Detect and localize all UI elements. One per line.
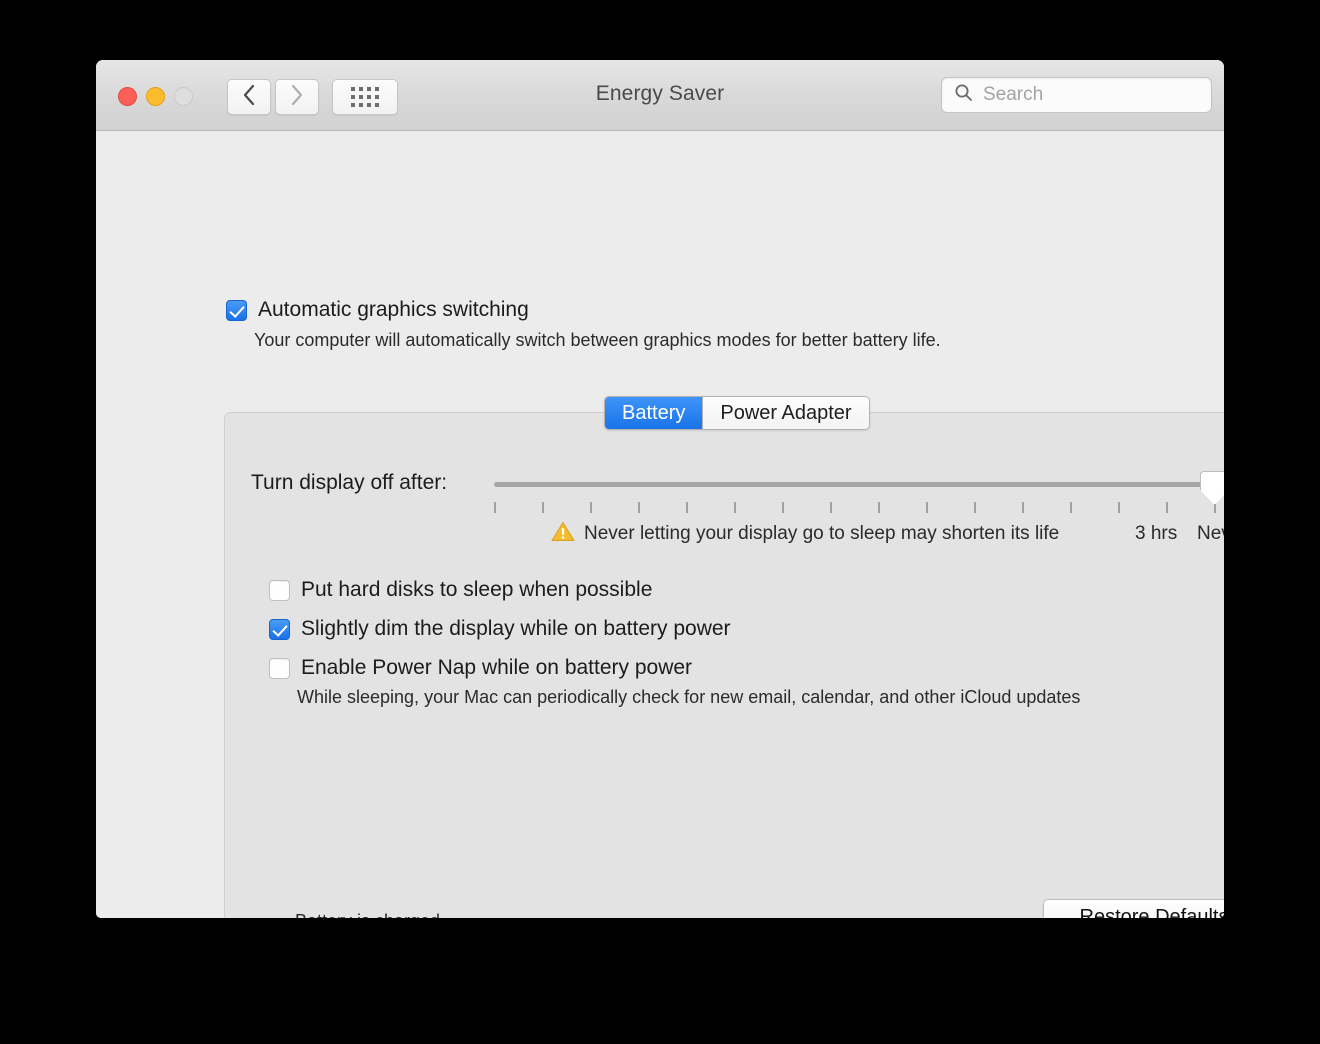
- warning-triangle-icon: [551, 521, 575, 547]
- automatic-graphics-switching-checkbox[interactable]: Automatic graphics switching: [226, 298, 529, 322]
- slightly-dim-display-checkbox[interactable]: Slightly dim the display while on batter…: [269, 617, 731, 641]
- tab-power-adapter[interactable]: Power Adapter: [702, 397, 869, 429]
- preferences-content: Automatic graphics switching Your comput…: [96, 131, 1224, 918]
- search-icon: [954, 83, 973, 107]
- automatic-graphics-switching-description: Your computer will automatically switch …: [254, 330, 941, 350]
- put-hard-disks-to-sleep-checkbox[interactable]: Put hard disks to sleep when possible: [269, 578, 652, 602]
- slider-tick-marks: [494, 502, 1216, 513]
- display-sleep-slider-track[interactable]: [494, 482, 1212, 487]
- energy-saver-window: Energy Saver Search Automatic graphics s…: [96, 60, 1224, 918]
- slider-label-never: Never: [1197, 523, 1224, 544]
- enable-power-nap-checkbox[interactable]: Enable Power Nap while on battery power: [269, 656, 692, 680]
- restore-defaults-button[interactable]: Restore Defaults: [1043, 899, 1224, 918]
- slider-label-3hrs: 3 hrs: [1135, 523, 1178, 544]
- turn-display-off-label: Turn display off after:: [251, 471, 448, 494]
- checkbox-checked-icon: [269, 618, 290, 640]
- checkbox-checked-icon: [226, 299, 247, 321]
- display-sleep-slider-thumb[interactable]: [1200, 471, 1224, 505]
- search-placeholder: Search: [983, 84, 1044, 105]
- checkbox-unchecked-icon: [269, 579, 290, 601]
- battery-status-text: Battery is charged.: [295, 911, 445, 918]
- tab-battery[interactable]: Battery: [605, 397, 703, 429]
- checkbox-unchecked-icon: [269, 657, 290, 679]
- put-hard-disks-to-sleep-label: Put hard disks to sleep when possible: [301, 578, 653, 601]
- battery-settings-panel: Turn display off after: Never letting yo…: [224, 412, 1224, 918]
- slightly-dim-display-label: Slightly dim the display while on batter…: [301, 617, 731, 640]
- power-nap-description: While sleeping, your Mac can periodicall…: [297, 687, 1081, 707]
- power-source-tabs: Battery Power Adapter: [604, 396, 870, 430]
- display-sleep-warning: Never letting your display go to sleep m…: [551, 521, 1059, 547]
- window-titlebar: Energy Saver Search: [96, 60, 1224, 131]
- search-input[interactable]: Search: [941, 77, 1212, 113]
- automatic-graphics-switching-label: Automatic graphics switching: [258, 298, 529, 321]
- enable-power-nap-label: Enable Power Nap while on battery power: [301, 656, 693, 679]
- display-sleep-warning-text: Never letting your display go to sleep m…: [584, 523, 1060, 544]
